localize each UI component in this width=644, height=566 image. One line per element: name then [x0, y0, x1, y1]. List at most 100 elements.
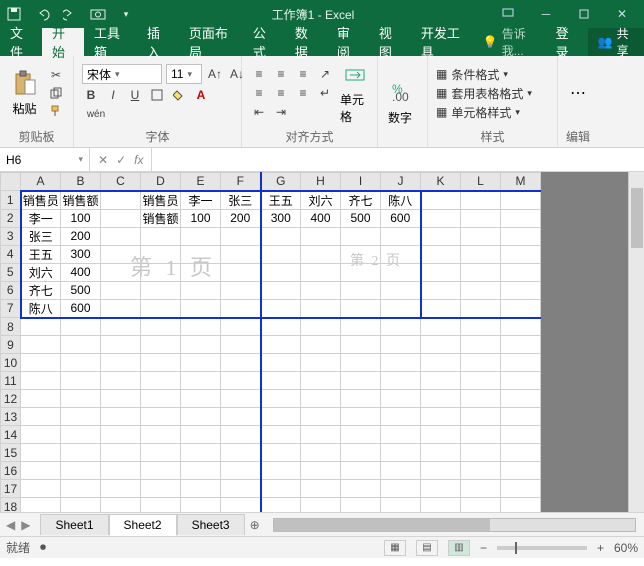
cell[interactable] — [461, 318, 501, 336]
cell[interactable] — [221, 336, 261, 354]
cell[interactable] — [301, 318, 341, 336]
row-header[interactable]: 4 — [1, 245, 21, 263]
row-header[interactable]: 8 — [1, 318, 21, 336]
cell[interactable] — [101, 498, 141, 513]
cell[interactable] — [501, 372, 541, 390]
row-header[interactable]: 18 — [1, 498, 21, 513]
row-header[interactable]: 12 — [1, 390, 21, 408]
cell[interactable] — [261, 299, 301, 318]
pagebreak-view-icon[interactable]: ▥ — [448, 540, 470, 556]
row-header[interactable]: 7 — [1, 299, 21, 318]
align-center-icon[interactable]: ≡ — [272, 85, 290, 101]
undo-icon[interactable] — [32, 4, 52, 24]
cell[interactable] — [381, 299, 421, 318]
cell[interactable] — [461, 191, 501, 210]
cell[interactable] — [181, 372, 221, 390]
cell[interactable] — [141, 354, 181, 372]
zoom-slider[interactable] — [497, 546, 587, 550]
cell[interactable] — [181, 318, 221, 336]
vertical-scrollbar[interactable] — [628, 172, 644, 512]
sheet-tab-3[interactable]: Sheet3 — [177, 514, 245, 535]
cell[interactable] — [221, 245, 261, 263]
cell[interactable]: 陈八 — [21, 299, 61, 318]
row-header[interactable]: 2 — [1, 209, 21, 227]
row-header[interactable]: 3 — [1, 227, 21, 245]
cell[interactable] — [341, 498, 381, 513]
tab-pagelayout[interactable]: 页面布局 — [179, 28, 243, 56]
cell[interactable] — [181, 281, 221, 299]
cell[interactable] — [221, 299, 261, 318]
cell[interactable] — [381, 444, 421, 462]
tab-toolbox[interactable]: 工具箱 — [84, 28, 137, 56]
cell[interactable] — [341, 480, 381, 498]
cell[interactable] — [501, 227, 541, 245]
cell[interactable] — [141, 336, 181, 354]
cell[interactable] — [461, 408, 501, 426]
col-header[interactable]: B — [61, 173, 101, 191]
cell[interactable] — [21, 390, 61, 408]
cell[interactable] — [141, 444, 181, 462]
cell[interactable] — [261, 498, 301, 513]
cell[interactable] — [261, 444, 301, 462]
cell[interactable] — [341, 372, 381, 390]
orientation-icon[interactable]: ↗ — [316, 66, 334, 82]
cell[interactable] — [61, 390, 101, 408]
cell[interactable]: 销售员 — [21, 191, 61, 210]
cell[interactable] — [141, 263, 181, 281]
merge-button[interactable]: 单元格 — [340, 61, 369, 125]
cell[interactable] — [261, 480, 301, 498]
cell[interactable] — [101, 408, 141, 426]
cell[interactable]: 齐七 — [21, 281, 61, 299]
cell[interactable] — [221, 426, 261, 444]
zoom-level[interactable]: 60% — [614, 541, 638, 555]
cell[interactable] — [421, 281, 461, 299]
cell[interactable] — [21, 372, 61, 390]
cell[interactable] — [101, 209, 141, 227]
align-middle-icon[interactable]: ≡ — [272, 66, 290, 82]
align-left-icon[interactable]: ≡ — [250, 85, 268, 101]
cell[interactable] — [421, 444, 461, 462]
row-header[interactable]: 15 — [1, 444, 21, 462]
cell[interactable] — [141, 390, 181, 408]
cell[interactable] — [181, 299, 221, 318]
sheet-nav-prev-icon[interactable]: ◀ — [6, 518, 15, 532]
align-right-icon[interactable]: ≡ — [294, 85, 312, 101]
cell[interactable]: 王五 — [21, 245, 61, 263]
scroll-thumb[interactable] — [274, 519, 491, 531]
cell[interactable]: 400 — [301, 209, 341, 227]
cell[interactable] — [261, 408, 301, 426]
col-header[interactable]: G — [261, 173, 301, 191]
cell[interactable] — [61, 498, 101, 513]
tab-formulas[interactable]: 公式 — [243, 28, 285, 56]
cell[interactable]: 100 — [181, 209, 221, 227]
cell[interactable] — [141, 318, 181, 336]
cell[interactable] — [501, 299, 541, 318]
cell[interactable] — [421, 426, 461, 444]
cell[interactable] — [101, 281, 141, 299]
cell[interactable] — [181, 408, 221, 426]
row-header[interactable]: 6 — [1, 281, 21, 299]
cell[interactable] — [501, 318, 541, 336]
cell[interactable] — [261, 462, 301, 480]
cell[interactable] — [301, 336, 341, 354]
cell[interactable] — [501, 191, 541, 210]
cell[interactable] — [61, 462, 101, 480]
cell[interactable] — [501, 336, 541, 354]
editing-icon[interactable]: ⋯ — [570, 83, 586, 103]
cell[interactable] — [261, 336, 301, 354]
cell[interactable] — [341, 390, 381, 408]
horizontal-scrollbar[interactable] — [273, 518, 636, 532]
font-name-combo[interactable]: 宋体▾ — [82, 64, 162, 84]
cell[interactable]: 200 — [61, 227, 101, 245]
cell[interactable] — [61, 336, 101, 354]
cell[interactable] — [421, 209, 461, 227]
cell[interactable] — [461, 299, 501, 318]
cell[interactable] — [301, 408, 341, 426]
cell[interactable] — [301, 480, 341, 498]
cell[interactable] — [501, 480, 541, 498]
cell[interactable] — [461, 281, 501, 299]
cell[interactable]: 100 — [61, 209, 101, 227]
cell[interactable] — [21, 480, 61, 498]
wrap-text-icon[interactable]: ↵ — [316, 85, 334, 101]
cell[interactable] — [181, 354, 221, 372]
